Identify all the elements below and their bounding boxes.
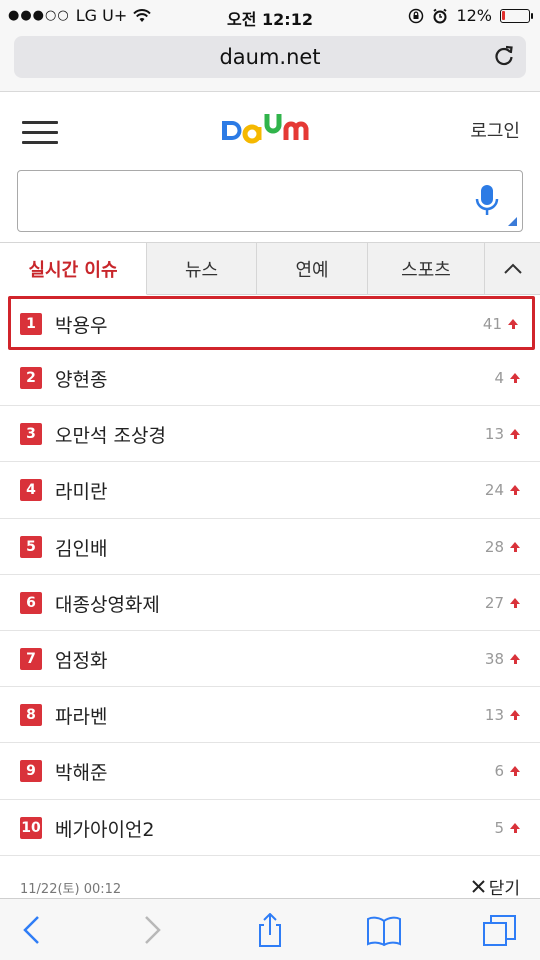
reload-icon[interactable] <box>492 44 516 68</box>
menu-icon[interactable] <box>22 121 58 145</box>
url-text[interactable]: daum.net <box>14 45 526 69</box>
arrow-up-icon <box>510 373 520 383</box>
list-footer: 11/22(토) 00:12 닫기 <box>0 858 540 899</box>
search-box[interactable] <box>17 170 523 232</box>
keyword-link[interactable]: 박용우 <box>55 311 107 338</box>
bookmarks-icon[interactable] <box>366 913 402 947</box>
browser-chrome: ●●●○○ LG U+ 오전 12:12 12% daum.net <box>0 0 540 92</box>
arrow-up-icon <box>510 822 520 833</box>
rank-badge: 6 <box>20 591 42 614</box>
arrow-up-icon <box>510 653 520 664</box>
rank-change: 27 <box>484 593 504 612</box>
list-item[interactable]: 3 오만석 조상경 13 <box>0 406 540 463</box>
list-item[interactable]: 6 대종상영화제 27 <box>0 575 540 631</box>
rank-badge: 5 <box>20 535 42 558</box>
chevron-up-icon <box>503 263 522 274</box>
list-item[interactable]: 2 양현종 4 <box>0 350 540 407</box>
rotation-lock-icon <box>409 8 424 23</box>
rank-change: 38 <box>484 649 504 668</box>
list-item[interactable]: 7 엄정화 38 <box>0 631 540 688</box>
browser-toolbar <box>0 898 540 960</box>
arrow-up-icon <box>510 541 520 552</box>
keyword-link[interactable]: 베가아이언2 <box>55 815 155 842</box>
list-item[interactable]: 1 박용우 41 <box>8 296 535 350</box>
rank-change: 41 <box>482 315 502 333</box>
keyword-link[interactable]: 김인배 <box>55 534 107 561</box>
rank-badge: 2 <box>20 367 42 389</box>
arrow-up-icon <box>510 485 520 496</box>
daum-logo[interactable] <box>220 111 320 151</box>
keyword-link[interactable]: 오만석 조상경 <box>55 421 166 448</box>
rank-change: 13 <box>484 425 504 444</box>
tab-realtime-issues[interactable]: 실시간 이슈 <box>0 243 147 295</box>
keyword-link[interactable]: 박해준 <box>55 758 107 785</box>
arrow-up-icon <box>508 319 518 329</box>
battery-icon <box>500 8 533 23</box>
address-bar[interactable]: daum.net <box>14 36 526 78</box>
close-label: 닫기 <box>488 879 520 899</box>
arrow-up-icon <box>510 429 520 440</box>
rank-change: 4 <box>494 369 504 387</box>
keyword-link[interactable]: 파라벤 <box>55 702 107 729</box>
tabs-icon[interactable] <box>482 913 518 947</box>
search-input[interactable] <box>28 181 458 221</box>
rank-badge: 9 <box>20 760 42 783</box>
tab-news[interactable]: 뉴스 <box>147 243 257 295</box>
rank-badge: 8 <box>20 704 42 727</box>
list-item[interactable]: 4 라미란 24 <box>0 462 540 519</box>
battery-level <box>502 10 505 20</box>
battery-percent: 12% <box>456 6 492 25</box>
rank-badge: 10 <box>20 816 42 839</box>
list-item[interactable]: 5 김인배 28 <box>0 519 540 575</box>
rank-change: 5 <box>494 818 504 837</box>
rank-badge: 1 <box>20 313 42 335</box>
list-item[interactable]: 8 파라벤 13 <box>0 687 540 744</box>
tab-sports[interactable]: 스포츠 <box>368 243 485 295</box>
site-header: 로그인 <box>0 93 540 165</box>
list-item[interactable]: 10 베가아이언2 5 <box>0 800 540 856</box>
keyword-link[interactable]: 엄정화 <box>55 646 107 673</box>
list-item[interactable]: 9 박해준 6 <box>0 743 540 800</box>
topic-tabs: 실시간 이슈 뉴스 연예 스포츠 <box>0 242 540 295</box>
collapse-button[interactable] <box>485 243 540 295</box>
keyword-link[interactable]: 라미란 <box>55 477 107 504</box>
trending-list: 1 박용우 41 2 양현종 4 3 오만석 조상경 13 4 라미란 24 5… <box>0 296 540 856</box>
rank-badge: 3 <box>20 423 42 446</box>
arrow-up-icon <box>510 766 520 777</box>
arrow-up-icon <box>510 710 520 721</box>
forward-icon[interactable] <box>134 913 170 947</box>
rank-badge: 4 <box>20 479 42 502</box>
update-timestamp: 11/22(토) 00:12 <box>20 882 122 897</box>
rank-badge: 7 <box>20 647 42 670</box>
rank-change: 28 <box>484 537 504 556</box>
login-link[interactable]: 로그인 <box>470 117 520 143</box>
microphone-icon[interactable] <box>474 184 500 218</box>
close-button[interactable]: 닫기 <box>472 874 520 899</box>
arrow-up-icon <box>510 597 520 608</box>
alarm-icon <box>433 8 448 23</box>
rank-change: 13 <box>484 706 504 725</box>
tab-entertainment[interactable]: 연예 <box>257 243 368 295</box>
search-option-corner-icon[interactable] <box>508 217 517 226</box>
back-icon[interactable] <box>14 913 50 947</box>
keyword-link[interactable]: 대종상영화제 <box>55 590 160 617</box>
rank-change: 24 <box>484 481 504 500</box>
status-bar: ●●●○○ LG U+ 오전 12:12 12% <box>0 0 540 32</box>
close-icon <box>472 880 485 893</box>
keyword-link[interactable]: 양현종 <box>55 365 107 392</box>
share-icon[interactable] <box>252 913 288 947</box>
rank-change: 6 <box>494 762 504 781</box>
